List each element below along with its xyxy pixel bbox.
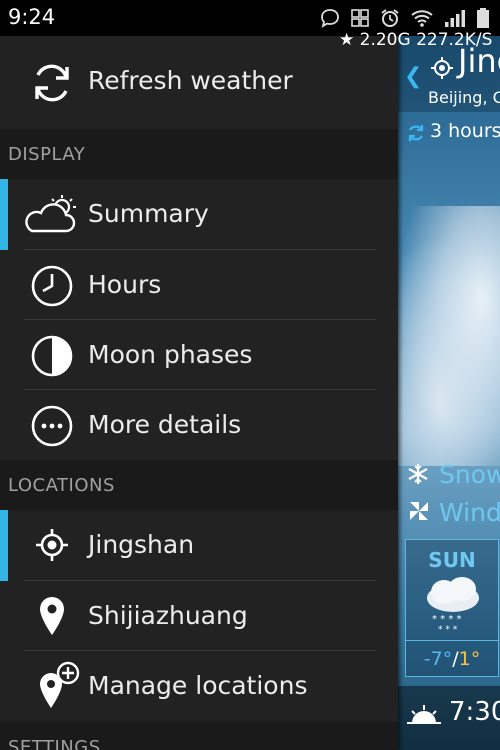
signal-icon (445, 10, 465, 27)
chat-icon (321, 9, 339, 28)
clock-icon (31, 265, 73, 307)
section-display: DISPLAY (0, 129, 398, 179)
forecast-temps: -7°/1° (406, 648, 498, 670)
city-region: Beijing, C (428, 88, 500, 107)
drawer-item-hours[interactable]: Hours (0, 250, 398, 320)
forecast-divider (406, 640, 498, 641)
network-speed-indicator: ★ 2.20G 227.2K/S (339, 30, 493, 50)
status-time: 9:24 (8, 5, 56, 29)
temp-low: -7° (423, 648, 453, 670)
section-settings: SETTINGS (0, 722, 398, 750)
cloud-background (398, 206, 500, 466)
selected-indicator (0, 510, 8, 581)
status-icons (319, 6, 490, 30)
location-pin-icon (40, 597, 64, 635)
drawer-item-label: Jingshan (88, 530, 195, 559)
drawer-item-summary[interactable]: Summary (0, 179, 398, 250)
drawer-item-more-details[interactable]: More details (0, 390, 398, 460)
drawer-item-label: Moon phases (88, 340, 253, 369)
sunrise-time: 7:30 (449, 697, 500, 727)
section-locations: LOCATIONS (0, 460, 398, 510)
add-location-icon (40, 661, 80, 708)
update-refresh-icon (408, 125, 424, 141)
drawer-item-manage-locations[interactable]: Manage locations (0, 651, 398, 722)
selected-indicator (0, 179, 8, 250)
last-updated-text: 3 hours (430, 120, 500, 142)
section-settings-title: SETTINGS (8, 737, 101, 750)
snow-cloud-icon: * * * * * * * (427, 577, 479, 635)
drawer-item-shijiazhuang[interactable]: Shijiazhuang (0, 581, 398, 651)
refresh-icon (35, 64, 69, 102)
drawer-item-moon-phases[interactable]: Moon phases (0, 320, 398, 390)
drawer-item-label: Hours (88, 270, 162, 299)
svg-text:* * *: * * * (438, 625, 458, 635)
drawer-item-jingshan[interactable]: Jingshan (0, 510, 398, 581)
sunrise-icon (407, 705, 441, 724)
navigation-drawer: Refresh weather DISPLAY Summary Hours Mo… (0, 36, 398, 750)
more-details-icon (31, 405, 73, 447)
snowflake-icon (408, 464, 428, 484)
alarm-icon (381, 9, 399, 27)
section-locations-title: LOCATIONS (8, 475, 115, 496)
my-location-icon (36, 529, 68, 561)
refresh-weather-label: Refresh weather (88, 66, 293, 95)
drawer-item-label: Summary (88, 199, 209, 228)
back-chevron-icon[interactable]: ❮ (404, 64, 422, 89)
wifi-icon (411, 10, 433, 27)
drawer-item-label: Manage locations (88, 671, 308, 700)
temp-high: 1° (458, 648, 481, 670)
drawer-item-label: Shijiazhuang (88, 601, 248, 630)
wind-text: Wind (439, 498, 500, 527)
moon-phase-icon (31, 335, 73, 377)
section-display-title: DISPLAY (8, 144, 86, 165)
drawer-item-label: More details (88, 410, 242, 439)
battery-icon (477, 8, 489, 28)
forecast-day-card[interactable]: SUN * * * * * * * -7°/1° (405, 539, 499, 677)
location-target-icon (431, 57, 453, 79)
svg-text:* * * *: * * * * (432, 614, 462, 625)
condition-text: Snow (439, 460, 500, 489)
apps-grid-icon (351, 9, 369, 27)
wind-icon (410, 502, 428, 520)
partly-cloudy-icon (25, 195, 76, 233)
forecast-day-name: SUN (428, 548, 476, 572)
